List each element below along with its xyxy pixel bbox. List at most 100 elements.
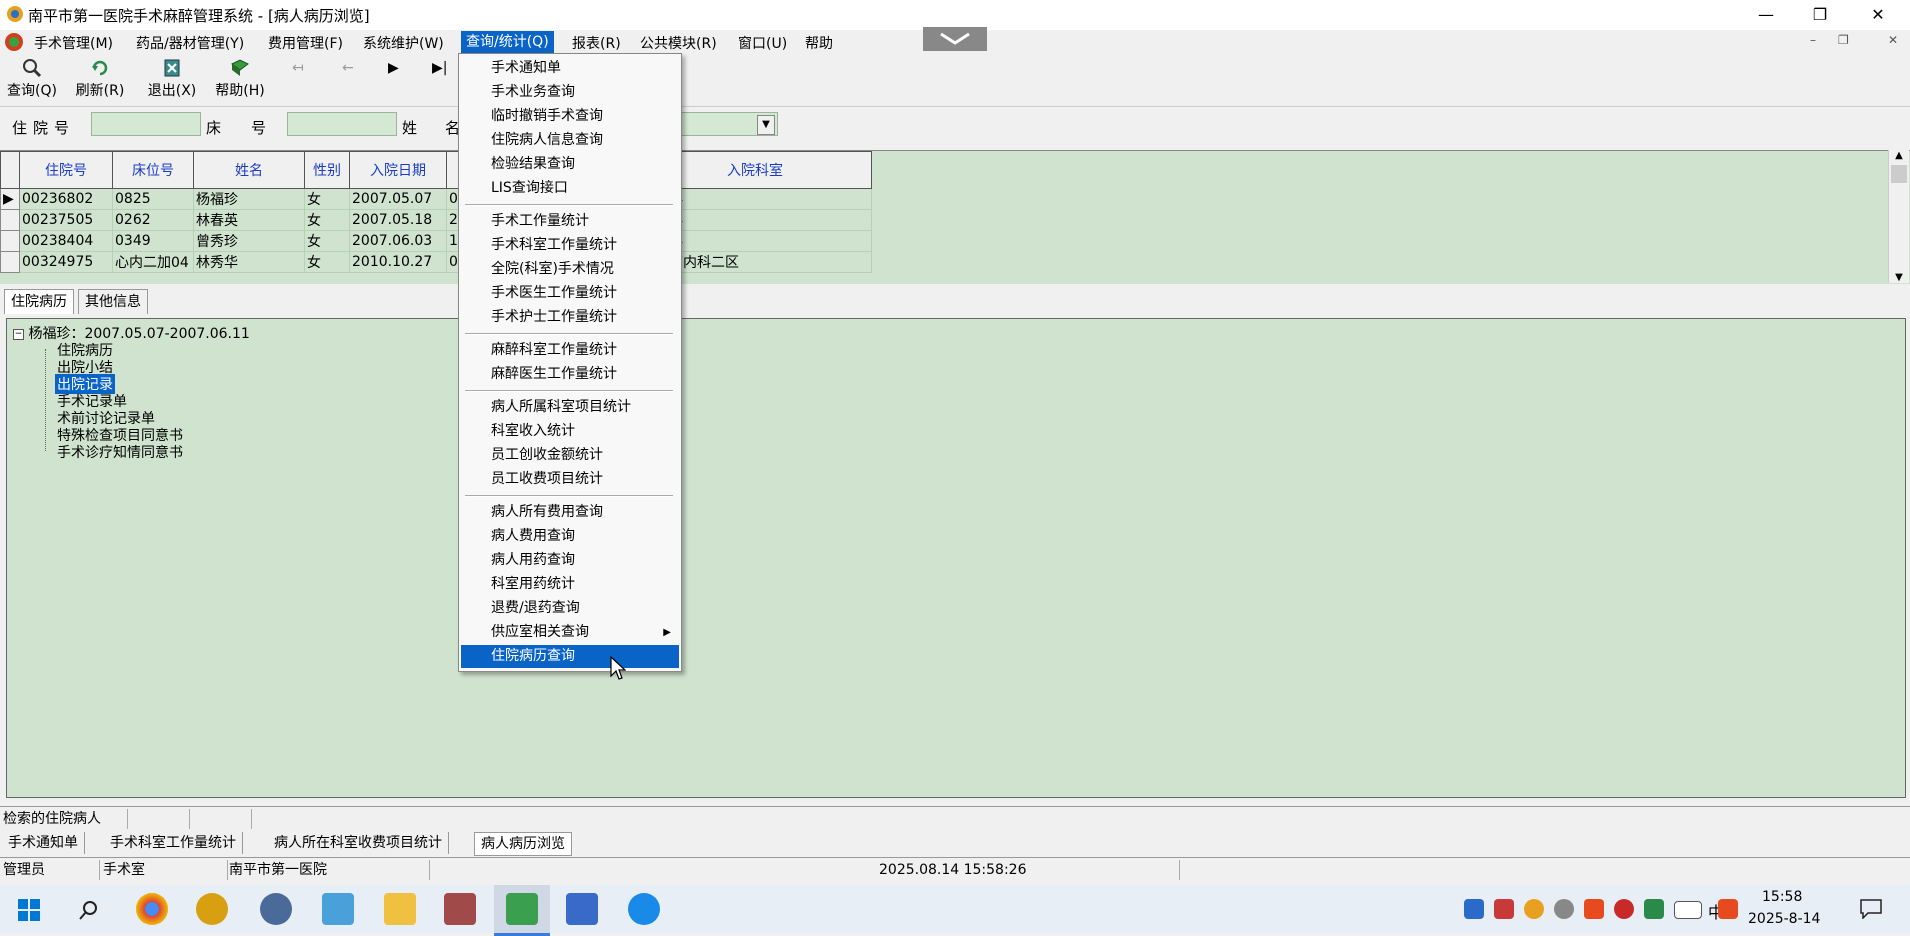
- menu-item-patient-drugs[interactable]: 病人用药查询: [461, 549, 679, 572]
- file-explorer-icon[interactable]: [384, 893, 416, 925]
- tray-icon-7[interactable]: [1644, 899, 1664, 919]
- col-name[interactable]: 姓名: [193, 151, 305, 189]
- cell[interactable]: 女: [304, 230, 350, 252]
- tray-icon-3[interactable]: [1524, 899, 1544, 919]
- app-store-icon[interactable]: [628, 893, 660, 925]
- mdi-restore-button[interactable]: ❐: [1838, 33, 1849, 47]
- wintab-dept-workload[interactable]: 手术科室工作量统计: [104, 832, 243, 854]
- tab-other-info[interactable]: 其他信息: [78, 289, 148, 314]
- cell[interactable]: 女: [304, 188, 350, 210]
- clock-date[interactable]: 2025-8-14: [1748, 911, 1820, 927]
- menu-item-lab-results[interactable]: 检验结果查询: [461, 153, 679, 176]
- menu-query[interactable]: 查询/统计(Q): [461, 31, 554, 53]
- menu-item-anesth-doctor-workload[interactable]: 麻醉医生工作量统计: [461, 363, 679, 386]
- tray-icon-1[interactable]: [1464, 899, 1484, 919]
- col-bed-no[interactable]: 床位号: [112, 151, 194, 189]
- cell[interactable]: 林秀华: [193, 251, 305, 273]
- menu-help[interactable]: 帮助: [805, 33, 833, 53]
- menu-item-temp-cancel[interactable]: 临时撤销手术查询: [461, 105, 679, 128]
- menu-item-doctor-workload[interactable]: 手术医生工作量统计: [461, 282, 679, 305]
- exit-button[interactable]: 退出(X): [142, 58, 202, 100]
- menu-item-dept-workload[interactable]: 手术科室工作量统计: [461, 234, 679, 257]
- notification-icon[interactable]: [1860, 899, 1882, 919]
- scroll-up-icon[interactable]: ▲: [1889, 150, 1909, 161]
- restore-button[interactable]: ❐: [1800, 2, 1840, 28]
- first-record-icon[interactable]: ↤: [292, 60, 304, 76]
- collapse-toggle[interactable]: [923, 27, 987, 51]
- mdi-close-button[interactable]: ✕: [1888, 33, 1898, 47]
- menu-item-surgery-notice[interactable]: 手术通知单: [461, 57, 679, 80]
- table-row[interactable]: 00238404 0349 曾秀珍 女 2007.06.03 1 检验科: [0, 230, 872, 252]
- help-button[interactable]: 帮助(H): [210, 58, 270, 100]
- tree-root[interactable]: − 杨福珍：2007.05.07-2007.06.11: [13, 323, 250, 343]
- cell[interactable]: 00236802: [19, 188, 113, 210]
- menu-item-nurse-workload[interactable]: 手术护士工作量统计: [461, 306, 679, 329]
- last-record-icon[interactable]: ▶|: [432, 60, 447, 76]
- cell[interactable]: 曾秀珍: [193, 230, 305, 252]
- menu-item-lis-interface[interactable]: LIS查询接口: [461, 177, 679, 200]
- windows-start-icon[interactable]: [18, 899, 40, 921]
- cell[interactable]: 2007.05.18: [349, 209, 447, 231]
- menu-item-all-fees[interactable]: 病人所有费用查询: [461, 501, 679, 524]
- menu-reports[interactable]: 报表(R): [572, 33, 621, 53]
- menu-fees[interactable]: 费用管理(F): [268, 33, 343, 53]
- menu-item-inpatient-info[interactable]: 住院病人信息查询: [461, 129, 679, 152]
- menu-window[interactable]: 窗口(U): [738, 33, 787, 53]
- keyboard-icon[interactable]: [1674, 901, 1702, 919]
- menu-drugs[interactable]: 药品/器材管理(Y): [136, 33, 244, 53]
- app-book-icon[interactable]: [322, 893, 354, 925]
- app-tools-icon[interactable]: [444, 893, 476, 925]
- menu-common[interactable]: 公共模块(R): [640, 33, 717, 53]
- prev-record-icon[interactable]: ←: [342, 60, 354, 76]
- cell[interactable]: 0349: [112, 230, 194, 252]
- wintab-surgery-notice[interactable]: 手术通知单: [2, 832, 85, 854]
- scroll-down-icon[interactable]: ▼: [1889, 272, 1909, 283]
- table-row[interactable]: 00237505 0262 林春英 女 2007.05.18 2 检验科: [0, 209, 872, 231]
- table-row[interactable]: 00324975 心内二加04 林秀华 女 2010.10.27 0 心血管内科…: [0, 251, 872, 273]
- tray-icon-2[interactable]: [1494, 899, 1514, 919]
- cell[interactable]: 2007.06.03: [349, 230, 447, 252]
- cell[interactable]: 00237505: [19, 209, 113, 231]
- mdi-minimize-button[interactable]: –: [1810, 33, 1816, 47]
- app-compass-icon[interactable]: [260, 893, 292, 925]
- menu-item-hospital-surgery[interactable]: 全院(科室)手术情况: [461, 258, 679, 281]
- menu-system[interactable]: 系统维护(W): [363, 33, 444, 53]
- cell[interactable]: 杨福珍: [193, 188, 305, 210]
- cell[interactable]: 女: [304, 251, 350, 273]
- menu-item-surgery-business[interactable]: 手术业务查询: [461, 81, 679, 104]
- clock-time[interactable]: 15:58: [1762, 889, 1802, 905]
- wintab-record-browse[interactable]: 病人病历浏览: [474, 832, 572, 856]
- dropdown-arrow-icon[interactable]: ▼: [757, 115, 775, 135]
- scroll-thumb[interactable]: [1891, 165, 1907, 183]
- next-record-icon[interactable]: ▶: [388, 60, 399, 76]
- refresh-button[interactable]: 刷新(R): [70, 58, 130, 100]
- col-admit-date[interactable]: 入院日期: [349, 151, 447, 189]
- cell[interactable]: 0825: [112, 188, 194, 210]
- cell[interactable]: 林春英: [193, 209, 305, 231]
- cell[interactable]: 女: [304, 209, 350, 231]
- cell[interactable]: 00238404: [19, 230, 113, 252]
- tray-icon-8[interactable]: [1718, 899, 1738, 919]
- grid-scrollbar[interactable]: ▲ ▼: [1888, 150, 1909, 283]
- cell[interactable]: 2007.05.07: [349, 188, 447, 210]
- col-admission-no[interactable]: 住院号: [19, 151, 113, 189]
- tray-icon-4[interactable]: [1554, 899, 1574, 919]
- cell[interactable]: 00324975: [19, 251, 113, 273]
- menu-item-surgery-workload[interactable]: 手术工作量统计: [461, 210, 679, 233]
- menu-item-patient-fees[interactable]: 病人费用查询: [461, 525, 679, 548]
- tree-item-treatment-consent[interactable]: 手术诊疗知情同意书: [57, 442, 183, 462]
- cell[interactable]: 2010.10.27: [349, 251, 447, 273]
- search-icon[interactable]: [78, 899, 100, 921]
- menu-item-dept-income[interactable]: 科室收入统计: [461, 420, 679, 443]
- table-row[interactable]: ▶ 00236802 0825 杨福珍 女 2007.05.07 0 检验科: [0, 188, 872, 210]
- menu-item-staff-revenue[interactable]: 员工创收金额统计: [461, 444, 679, 467]
- menu-item-dept-drugs[interactable]: 科室用药统计: [461, 573, 679, 596]
- collapse-icon[interactable]: −: [13, 328, 24, 340]
- app-blue-icon[interactable]: [566, 893, 598, 925]
- close-button[interactable]: ✕: [1858, 2, 1898, 28]
- tab-inpatient-record[interactable]: 住院病历: [4, 289, 74, 314]
- admission-no-input[interactable]: [91, 112, 201, 136]
- menu-item-staff-fee-items[interactable]: 员工收费项目统计: [461, 468, 679, 491]
- tray-icon-5[interactable]: [1584, 899, 1604, 919]
- minimize-button[interactable]: —: [1746, 2, 1786, 28]
